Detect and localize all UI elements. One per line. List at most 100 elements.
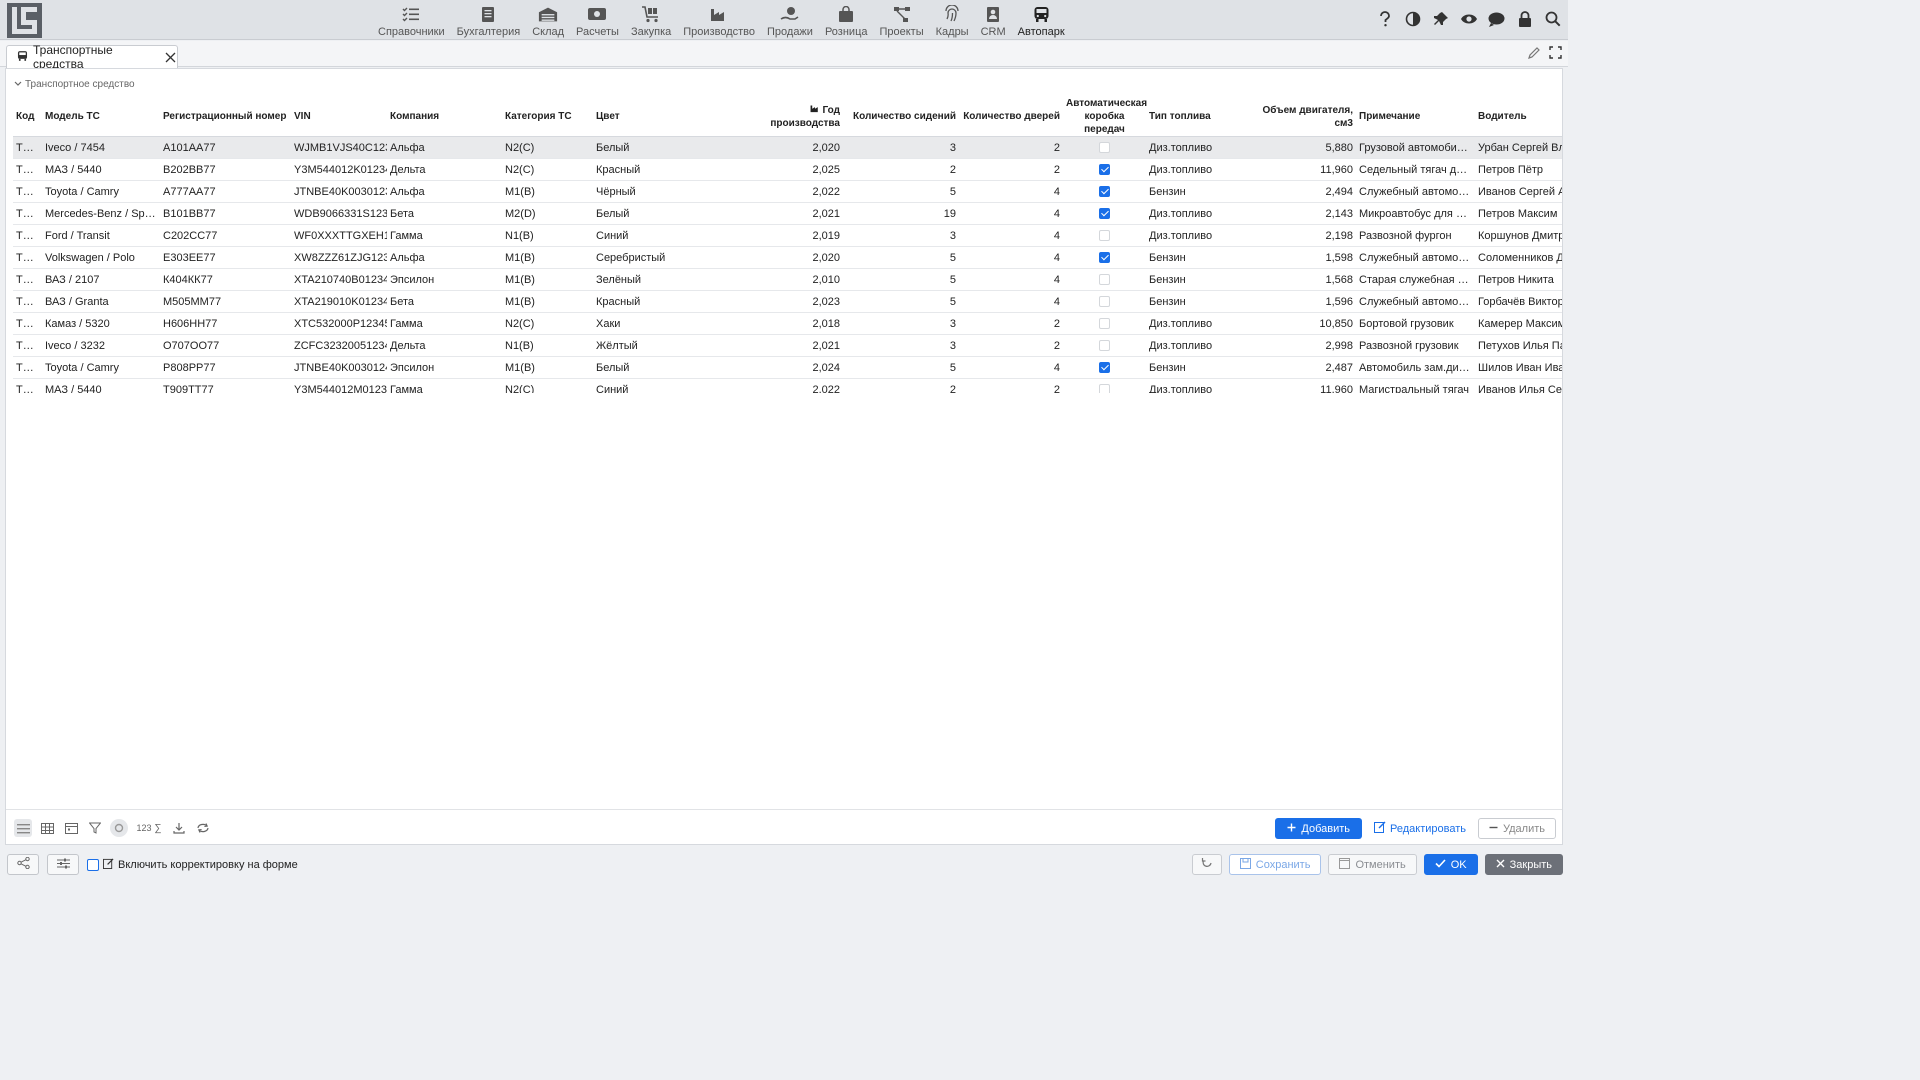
column-header[interactable]: Автоматическая коробка передач <box>1063 97 1147 137</box>
close-icon[interactable] <box>164 50 177 64</box>
table-row[interactable]: ТС... Mercedes-Benz / Spri... В101ВВ77 WDB9… <box>13 202 1562 225</box>
checkbox-unchecked[interactable] <box>1099 318 1110 330</box>
cell-engine: 1,596 <box>1250 290 1356 313</box>
count-sum-toggle[interactable]: 123 ∑ <box>134 819 164 837</box>
edit-on-form-toggle[interactable]: Включить корректировку на форме <box>87 857 298 872</box>
cell-fuel: Диз.топливо <box>1146 136 1250 159</box>
settings-icon[interactable] <box>110 819 128 837</box>
list-view-icon[interactable] <box>14 819 32 837</box>
settings-sliders-button[interactable] <box>47 854 79 875</box>
close-button[interactable]: Закрыть <box>1484 854 1563 875</box>
checkbox-checked[interactable] <box>1099 362 1110 374</box>
ok-button[interactable]: OK <box>1423 854 1478 875</box>
calendar-icon[interactable] <box>62 819 80 837</box>
reload-button[interactable] <box>1191 854 1222 875</box>
add-button[interactable]: Добавить <box>1275 818 1362 839</box>
cell-doors: 4 <box>959 356 1063 379</box>
checkbox-unchecked[interactable] <box>1099 142 1110 154</box>
factory-icon <box>709 4 729 24</box>
cell-vin: XTC532000P123456 <box>291 312 387 335</box>
cell-engine: 1,598 <box>1250 246 1356 269</box>
table-row[interactable]: ТС... Volkswagen / Polo Е303ЕЕ77 XW8ZZZ61ZJ… <box>13 246 1562 269</box>
table-row[interactable]: ТС... ВАЗ / Granta М505ММ77 XTA219010K01234… <box>13 290 1562 313</box>
column-header[interactable]: Тип топлива <box>1146 97 1250 137</box>
table-row[interactable]: ТС... Toyota / Camry Р808РР77 JTNBE40K00301… <box>13 356 1562 379</box>
pencil-icon[interactable] <box>1528 46 1541 62</box>
table-row[interactable]: ТС...Ford / TransitС202СС77WF0XXXTTGXEH1… <box>13 224 1562 247</box>
checkbox-unchecked[interactable] <box>1099 230 1110 242</box>
column-header[interactable]: VIN <box>291 97 387 137</box>
nav-item-zakupka[interactable]: Закупка <box>625 0 677 40</box>
cancel-button[interactable]: Отменить <box>1328 854 1417 875</box>
column-header[interactable]: Код <box>13 97 42 137</box>
checkbox-unchecked[interactable] <box>1099 274 1110 286</box>
cell-auto-gearbox <box>1063 224 1146 247</box>
sum-icon: ∑ <box>154 822 162 834</box>
table-view-icon[interactable] <box>38 819 56 837</box>
checkbox-unchecked[interactable] <box>1099 340 1110 352</box>
lock-icon[interactable] <box>1515 9 1534 29</box>
refresh-cycle-icon[interactable] <box>194 819 212 837</box>
column-header[interactable]: Водитель <box>1475 97 1562 137</box>
table-row[interactable]: ТС... ВАЗ / 2107 К404КК77 XTA210740B012346 Э… <box>13 268 1562 291</box>
delete-button[interactable]: Удалить <box>1478 818 1556 839</box>
cell-year: 2,020 <box>741 246 843 269</box>
checkbox-checked[interactable] <box>1099 252 1110 264</box>
nav-item-proizvodstvo[interactable]: Производство <box>677 0 761 40</box>
table-row[interactable]: ТС... Toyota / Camry А777АА77 JTNBE40K00301… <box>13 180 1562 203</box>
share-button[interactable] <box>7 854 39 875</box>
pin-icon[interactable] <box>1431 9 1450 29</box>
column-header-year[interactable]: Год производства <box>741 97 843 137</box>
table-row[interactable]: ТС...Iveco / 7454А101АА77WJMB1VJS40C1234… <box>13 136 1562 159</box>
nav-item-buhgalteriya[interactable]: Бухгалтерия <box>451 0 527 40</box>
filter-icon[interactable] <box>86 819 104 837</box>
bus-icon <box>17 50 28 65</box>
column-header[interactable]: Количество дверей <box>959 97 1063 137</box>
cell-fuel: Диз.топливо <box>1146 378 1250 393</box>
nav-item-avtopark[interactable]: Автопарк <box>1012 0 1071 40</box>
tab-transport[interactable]: Транспортные средства <box>6 43 178 71</box>
cell-reg: В101ВВ77 <box>160 202 291 225</box>
column-header[interactable]: Количество сидений <box>843 97 959 137</box>
edit-on-form-checkbox[interactable] <box>87 858 99 871</box>
checkbox-unchecked[interactable] <box>1099 296 1110 308</box>
search-icon[interactable] <box>1543 9 1562 29</box>
column-header[interactable]: Категория ТС <box>502 97 593 137</box>
help-icon[interactable] <box>1375 9 1394 29</box>
cell-auto-gearbox <box>1063 378 1146 393</box>
eye-icon[interactable] <box>1459 9 1478 29</box>
column-header[interactable]: Регистрационный номер <box>160 97 291 137</box>
table-row[interactable]: ТС... МАЗ / 5440 Т909ТТ77 Y3M544012M01234 Га… <box>13 378 1562 393</box>
nav-item-proekty[interactable]: Проекты <box>873 0 929 40</box>
checkbox-checked[interactable] <box>1099 208 1110 220</box>
theme-contrast-icon[interactable] <box>1403 9 1422 29</box>
save-button[interactable]: Сохранить <box>1228 854 1322 875</box>
chat-icon[interactable] <box>1487 9 1506 29</box>
nav-item-spravochniki[interactable]: Справочники <box>372 0 451 40</box>
column-header[interactable]: Цвет <box>593 97 741 137</box>
table-row[interactable]: ТС...МАЗ / 5440В202ВВ77Y3M544012K012345Д… <box>13 158 1562 181</box>
section-header[interactable]: Транспортное средство <box>14 79 135 90</box>
checkbox-checked[interactable] <box>1099 164 1110 176</box>
table-row[interactable]: ТС... Iveco / 3232 О707ОО77 ZCFC32320051234… <box>13 334 1562 357</box>
fullscreen-icon[interactable] <box>1549 46 1562 62</box>
checkbox-unchecked[interactable] <box>1099 384 1110 393</box>
table-row[interactable]: ТС... Камаз / 5320 Н606НН77 XTC532000P12345… <box>13 312 1562 335</box>
column-header[interactable]: Компания <box>387 97 502 137</box>
cancel-button-label: Отменить <box>1355 858 1406 871</box>
column-header[interactable]: Модель ТС <box>42 97 160 137</box>
app-logo[interactable] <box>7 3 42 38</box>
nav-item-raschety[interactable]: Расчеты <box>570 0 625 40</box>
nav-item-roznica[interactable]: Розница <box>819 0 874 40</box>
nav-item-prodazhi[interactable]: Продажи <box>761 0 819 40</box>
column-header[interactable]: Примечание <box>1356 97 1475 137</box>
nav-item-kadry[interactable]: Кадры <box>930 0 975 40</box>
checkbox-checked[interactable] <box>1099 186 1110 198</box>
download-icon[interactable] <box>170 819 188 837</box>
edit-button[interactable]: Редактировать <box>1374 821 1466 836</box>
nav-item-sklad[interactable]: Склад <box>526 0 570 40</box>
column-header[interactable]: Объем двигателя, см3 <box>1250 97 1356 137</box>
nav-item-crm[interactable]: CRM <box>975 0 1012 40</box>
cell-reg: О707ОО77 <box>160 334 291 357</box>
warehouse-icon <box>538 4 558 24</box>
